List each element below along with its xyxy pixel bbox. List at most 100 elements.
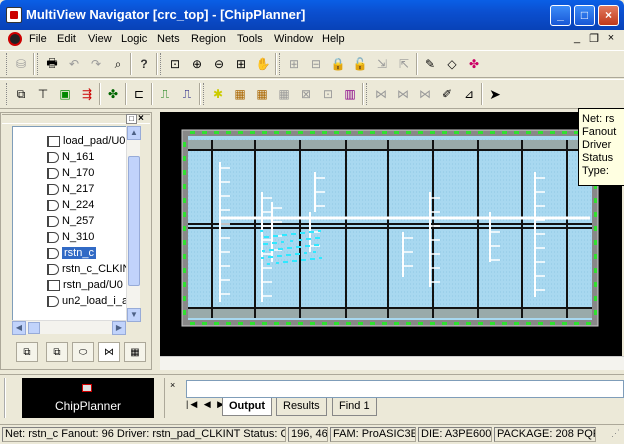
scroll-right-icon[interactable]: ▶ <box>112 321 126 335</box>
hierarchy-icon[interactable]: ⧉ <box>11 84 31 104</box>
unassign-icon[interactable]: ⇱ <box>394 54 414 74</box>
document-icon[interactable] <box>8 32 22 46</box>
unlock-icon[interactable]: 🔓 <box>350 54 370 74</box>
minimize-button[interactable]: _ <box>550 5 571 26</box>
menu-view[interactable]: View <box>88 33 112 45</box>
new-region-icon[interactable]: ✱ <box>208 84 228 104</box>
redo-icon[interactable]: ↷ <box>86 54 106 74</box>
bridge3-icon[interactable]: ⋈ <box>415 84 435 104</box>
pencil-icon[interactable]: ✎ <box>420 54 440 74</box>
bridge2-icon[interactable]: ⋈ <box>393 84 413 104</box>
edit-icon[interactable]: ✐ <box>437 84 457 104</box>
tab-output[interactable]: Output <box>222 398 273 416</box>
grid3-icon[interactable]: ▦ <box>274 84 294 104</box>
menu-nets[interactable]: Nets <box>157 33 180 45</box>
maximize-button[interactable]: □ <box>574 5 595 26</box>
tree-hscroll-thumb[interactable] <box>28 322 40 334</box>
tree-vertical-scrollbar[interactable]: ▲ ▼ <box>126 126 141 322</box>
bridge1-icon[interactable]: ⋈ <box>371 84 391 104</box>
tree-item[interactable]: N_257 <box>13 213 139 229</box>
tree-horizontal-scrollbar[interactable]: ◀ ▶ <box>12 320 126 335</box>
region-add-icon[interactable]: ⊞ <box>284 54 304 74</box>
zoom-in-icon[interactable]: ⊕ <box>187 54 207 74</box>
toolbar-grip[interactable] <box>160 53 163 75</box>
tab-results[interactable]: Results <box>276 398 327 416</box>
region-tab-icon[interactable]: ⬭ <box>72 342 94 362</box>
netlist-tab-icon[interactable]: ⧉ <box>46 342 68 362</box>
panel-pin-icon[interactable]: □ <box>126 114 137 124</box>
scroll-left-icon[interactable]: ◀ <box>12 321 26 335</box>
tree-item[interactable]: N_310 <box>13 229 139 245</box>
grid5-icon[interactable]: ⊡ <box>318 84 338 104</box>
mdi-restore-button[interactable]: ❐ <box>587 32 601 45</box>
chip-planner-canvas[interactable] <box>160 112 622 356</box>
toolbar-grip[interactable] <box>6 83 9 105</box>
tree-item[interactable]: N_161 <box>13 149 139 165</box>
dock-grip[interactable] <box>4 378 16 418</box>
grid-tab-icon[interactable]: ▦ <box>124 342 146 362</box>
bus-icon[interactable]: ⇶ <box>77 84 97 104</box>
pan-hand-icon[interactable]: ✋ <box>253 54 273 74</box>
mdi-close-button[interactable]: × <box>604 32 618 44</box>
menu-file[interactable]: File <box>29 33 47 45</box>
nets-tab-icon[interactable]: ⋈ <box>98 342 120 362</box>
grid4-icon[interactable]: ⊠ <box>296 84 316 104</box>
tab-find-1[interactable]: Find 1 <box>332 398 377 416</box>
tree-item[interactable]: rstn_pad/U0 <box>13 277 139 293</box>
chip-horizontal-scrollbar[interactable] <box>160 356 624 370</box>
output-close-icon[interactable]: × <box>170 380 175 390</box>
assign-icon[interactable]: ⇲ <box>372 54 392 74</box>
tree-item[interactable]: un2_load_i_a <box>13 293 139 309</box>
toolbar-grip[interactable] <box>366 83 369 105</box>
scroll-up-icon[interactable]: ▲ <box>127 126 141 140</box>
resize-grip-icon[interactable]: ⋰ <box>598 428 620 442</box>
mdi-minimize-button[interactable]: _ <box>570 32 584 44</box>
palette-icon[interactable]: ✤ <box>464 54 484 74</box>
tree-item[interactable]: N_224 <box>13 197 139 213</box>
grid6-icon[interactable]: ▥ <box>340 84 360 104</box>
chipplanner-thumbnail[interactable]: ChipPlanner <box>22 378 154 418</box>
find-icon[interactable]: ⌕ <box>108 54 128 74</box>
pointer-icon[interactable]: ➤ <box>485 84 505 104</box>
route-icon[interactable]: ✤ <box>103 84 123 104</box>
tree-scroll-thumb[interactable] <box>128 156 140 286</box>
undo-icon[interactable]: ↶ <box>64 54 84 74</box>
zoom-out-icon[interactable]: ⊖ <box>209 54 229 74</box>
chip-icon[interactable]: ▣ <box>55 84 75 104</box>
tree-item[interactable]: N_217 <box>13 181 139 197</box>
toolbar-grip[interactable] <box>37 53 40 75</box>
menu-logic[interactable]: Logic <box>121 33 147 45</box>
zoom-select-icon[interactable]: ⊡ <box>165 54 185 74</box>
scroll-down-icon[interactable]: ▼ <box>127 308 141 322</box>
lock-icon[interactable]: 🔒 <box>328 54 348 74</box>
help-icon[interactable]: ? <box>134 54 154 74</box>
tree-item[interactable]: load_pad/U0 <box>13 133 139 149</box>
clock-rise-icon[interactable]: ⎍ <box>155 84 175 104</box>
eraser-icon[interactable]: ◇ <box>442 54 462 74</box>
netlist-icon[interactable]: ⊤ <box>33 84 53 104</box>
menu-tools[interactable]: Tools <box>237 33 263 45</box>
menu-region[interactable]: Region <box>191 33 226 45</box>
stretch-icon[interactable]: ⊿ <box>459 84 479 104</box>
tree-item[interactable]: N_170 <box>13 165 139 181</box>
toolbar-grip[interactable] <box>203 83 206 105</box>
menu-edit[interactable]: Edit <box>57 33 76 45</box>
app-icon[interactable] <box>6 7 22 23</box>
zoom-fit-icon[interactable]: ⊞ <box>231 54 251 74</box>
print-icon[interactable]: 🖶 <box>42 54 62 74</box>
menu-help[interactable]: Help <box>322 33 345 45</box>
toolbar-grip[interactable] <box>6 53 9 75</box>
save-icon[interactable]: ⛁ <box>11 54 31 74</box>
grid2-icon[interactable]: ▦ <box>252 84 272 104</box>
region-remove-icon[interactable]: ⊟ <box>306 54 326 74</box>
close-button[interactable]: × <box>598 5 619 26</box>
chip-floorplan[interactable] <box>160 112 622 356</box>
menu-window[interactable]: Window <box>274 33 313 45</box>
grid1-icon[interactable]: ▦ <box>230 84 250 104</box>
panel-close-icon[interactable]: × <box>138 113 144 124</box>
flow-icon[interactable]: ⊏ <box>129 84 149 104</box>
clock-fall-icon[interactable]: ⎍ <box>177 84 197 104</box>
hierarchy-tab-icon[interactable]: ⧉ <box>16 342 38 362</box>
tree-item[interactable]: rstn_c_CLKINT <box>13 261 139 277</box>
tree-item[interactable]: rstn_c <box>13 245 139 261</box>
